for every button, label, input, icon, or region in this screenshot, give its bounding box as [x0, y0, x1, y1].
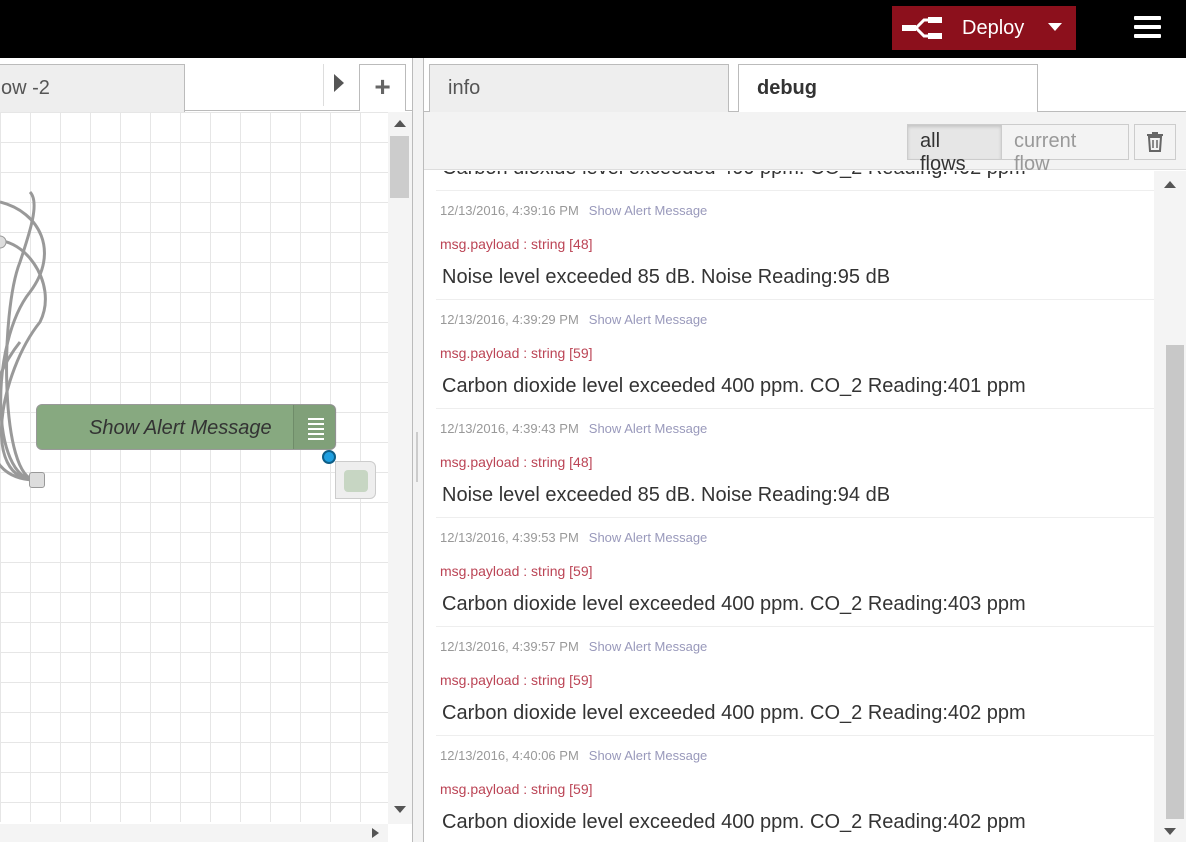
debug-message-list[interactable]: Carbon dioxide level exceeded 400 ppm. C…	[436, 171, 1154, 842]
debug-vertical-scrollbar[interactable]	[1154, 171, 1186, 842]
message-timestamp: 12/13/2016, 4:39:43 PM	[440, 421, 579, 436]
node-label: Show Alert Message	[89, 417, 272, 439]
debug-toolbar: all flows current flow	[424, 112, 1186, 175]
scrollbar-thumb[interactable]	[1166, 345, 1184, 819]
add-tab-button[interactable]: +	[359, 64, 406, 111]
message-timestamp: 12/13/2016, 4:39:57 PM	[440, 639, 579, 654]
toggle-square-icon	[344, 470, 368, 492]
message-meta: 12/13/2016, 4:39:57 PM Show Alert Message	[440, 639, 707, 654]
hamburger-menu-icon[interactable]	[1128, 12, 1168, 44]
debug-message: 12/13/2016, 4:39:43 PM Show Alert Message…	[436, 409, 1154, 518]
all-flows-button[interactable]: all flows	[907, 124, 1002, 175]
debug-message: 12/13/2016, 4:39:57 PM Show Alert Message…	[436, 627, 1154, 736]
message-type: msg.payload : string [59]	[440, 672, 593, 688]
clear-debug-button[interactable]	[1134, 124, 1176, 160]
deploy-button[interactable]: Deploy	[892, 6, 1076, 50]
sidebar: info debug all flows current flow Carbon…	[424, 58, 1186, 842]
scroll-down-icon[interactable]	[1164, 828, 1176, 835]
debug-toggle-button[interactable]	[335, 461, 376, 499]
grip-icon	[416, 432, 418, 482]
tab-debug[interactable]: debug	[738, 64, 1038, 113]
chevron-right-icon	[334, 74, 344, 92]
deploy-label: Deploy	[962, 17, 1025, 39]
debug-icon	[293, 405, 337, 449]
debug-message: 12/13/2016, 4:39:29 PM Show Alert Message…	[436, 300, 1154, 409]
message-source-link[interactable]: Show Alert Message	[589, 203, 708, 218]
tab-label: ow -2	[1, 77, 50, 99]
message-timestamp: 12/13/2016, 4:39:53 PM	[440, 530, 579, 545]
workspace-tabbar: ow -2 +	[0, 58, 412, 112]
scroll-down-icon[interactable]	[394, 806, 406, 813]
scroll-up-icon[interactable]	[1164, 181, 1176, 188]
message-source-link[interactable]: Show Alert Message	[589, 530, 708, 545]
message-timestamp: 12/13/2016, 4:39:16 PM	[440, 203, 579, 218]
workspace: ow -2 + Show Alert Message	[0, 58, 412, 842]
tab-info[interactable]: info	[429, 64, 729, 112]
message-body[interactable]: Carbon dioxide level exceeded 400 ppm. C…	[442, 593, 1026, 616]
message-body[interactable]: Carbon dioxide level exceeded 400 ppm. C…	[442, 375, 1026, 398]
current-flow-button[interactable]: current flow	[1001, 124, 1129, 175]
app-header: Deploy	[0, 0, 1186, 58]
message-type: msg.payload : string [59]	[440, 345, 593, 361]
debug-message: 12/13/2016, 4:39:53 PM Show Alert Message…	[436, 518, 1154, 627]
workspace-horizontal-scrollbar[interactable]	[0, 824, 388, 842]
chevron-down-icon[interactable]	[1048, 23, 1062, 31]
workspace-vertical-scrollbar[interactable]	[388, 112, 412, 824]
debug-message: 12/13/2016, 4:40:06 PM Show Alert Message…	[436, 736, 1154, 842]
message-timestamp: 12/13/2016, 4:40:06 PM	[440, 748, 579, 763]
message-meta: 12/13/2016, 4:39:43 PM Show Alert Message	[440, 421, 707, 436]
node-input-port[interactable]	[29, 472, 45, 488]
sidebar-tabbar: info debug	[424, 58, 1186, 113]
deploy-icon	[902, 17, 942, 39]
message-body[interactable]: Carbon dioxide level exceeded 400 ppm. C…	[442, 702, 1026, 725]
message-type: msg.payload : string [59]	[440, 563, 593, 579]
message-type: msg.payload : string [48]	[440, 454, 593, 470]
message-body[interactable]: Noise level exceeded 85 dB. Noise Readin…	[442, 484, 890, 507]
scroll-right-icon[interactable]	[372, 828, 379, 838]
scrollbar-thumb[interactable]	[390, 136, 409, 198]
message-body[interactable]: Noise level exceeded 85 dB. Noise Readin…	[442, 266, 890, 289]
message-type: msg.payload : string [59]	[440, 781, 593, 797]
node-port	[0, 235, 7, 249]
debug-message: 12/13/2016, 4:39:16 PM Show Alert Message…	[436, 191, 1154, 300]
message-meta: 12/13/2016, 4:39:29 PM Show Alert Message	[440, 312, 707, 327]
debug-node-show-alert-message[interactable]: Show Alert Message	[36, 404, 337, 450]
message-body[interactable]: Carbon dioxide level exceeded 400 ppm. C…	[442, 171, 1026, 180]
message-body[interactable]: Carbon dioxide level exceeded 400 ppm. C…	[442, 811, 1026, 834]
wires	[0, 190, 47, 482]
message-source-link[interactable]: Show Alert Message	[589, 748, 708, 763]
debug-message: Carbon dioxide level exceeded 400 ppm. C…	[436, 171, 1154, 191]
flow-canvas[interactable]	[0, 112, 388, 822]
message-meta: 12/13/2016, 4:39:53 PM Show Alert Message	[440, 530, 707, 545]
message-source-link[interactable]: Show Alert Message	[589, 312, 708, 327]
tab-scroll-right-button[interactable]	[323, 64, 353, 106]
tab-flow-2[interactable]: ow -2	[0, 64, 185, 112]
trash-icon	[1147, 132, 1163, 152]
sidebar-resize-handle[interactable]	[412, 58, 424, 842]
message-meta: 12/13/2016, 4:40:06 PM Show Alert Message	[440, 748, 707, 763]
message-type: msg.payload : string [48]	[440, 236, 593, 252]
node-changed-indicator	[322, 450, 336, 464]
scroll-up-icon[interactable]	[394, 120, 406, 127]
message-timestamp: 12/13/2016, 4:39:29 PM	[440, 312, 579, 327]
message-source-link[interactable]: Show Alert Message	[589, 639, 708, 654]
message-meta: 12/13/2016, 4:39:16 PM Show Alert Message	[440, 203, 707, 218]
message-source-link[interactable]: Show Alert Message	[589, 421, 708, 436]
